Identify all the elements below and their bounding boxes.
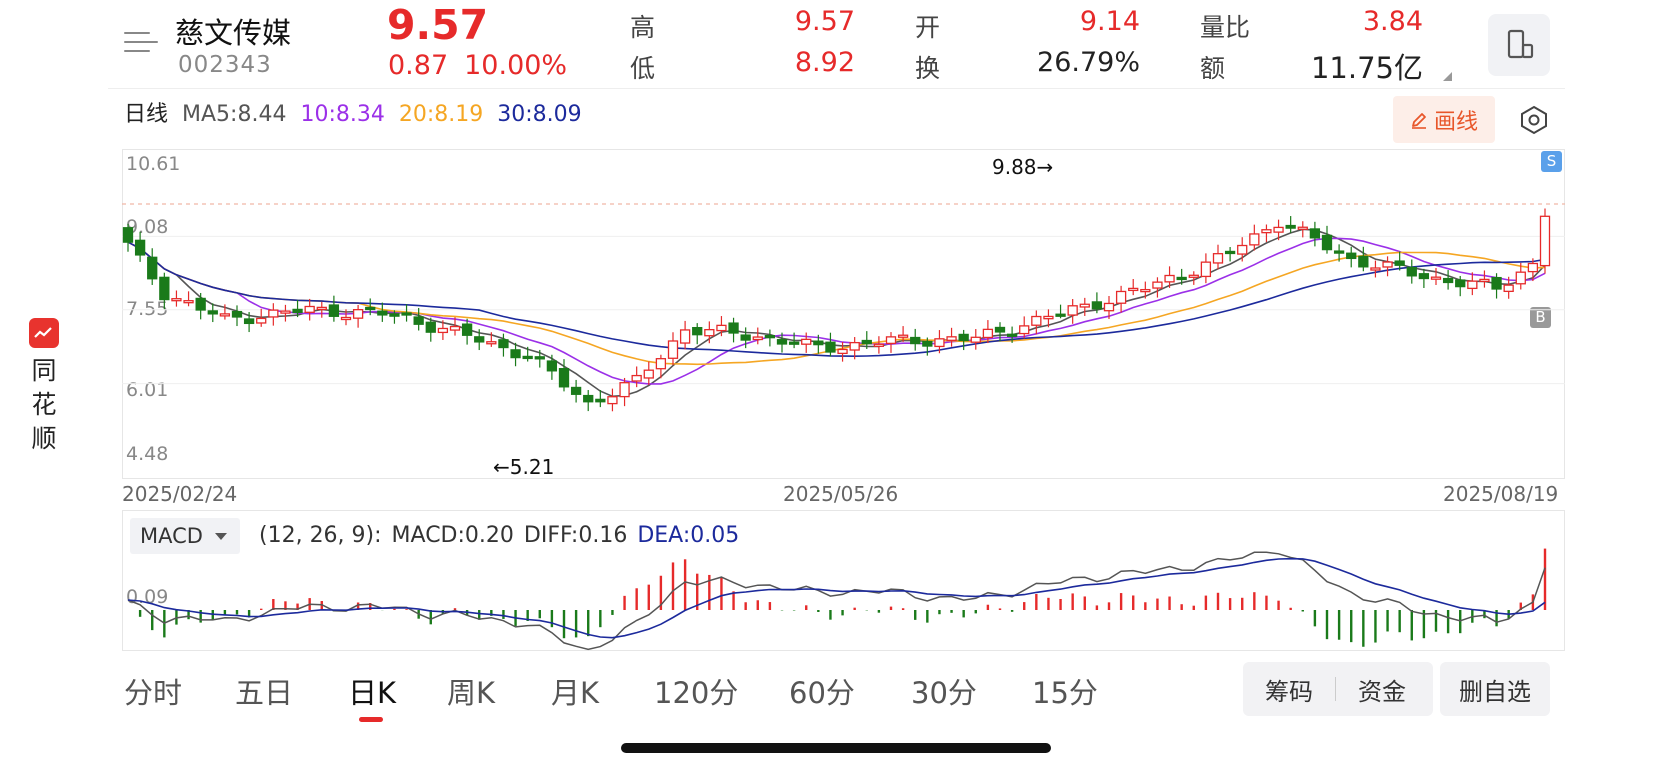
open-label: 开 bbox=[915, 13, 941, 42]
side-brand-text: 同花顺 bbox=[31, 356, 57, 453]
y-tick-label: 7.55 bbox=[126, 298, 169, 320]
macd-zero-label: 0.09 bbox=[126, 586, 169, 608]
tab-intraday[interactable]: 分时 bbox=[124, 670, 182, 712]
high-label: 高 bbox=[630, 13, 656, 42]
macd-values: (12, 26, 9): MACD:0.20 DIFF:0.16 DEA:0.05 bbox=[259, 523, 749, 548]
funds-button[interactable]: 资金 bbox=[1358, 672, 1406, 707]
date-label-mid: 2025/05/26 bbox=[783, 482, 899, 506]
expand-corner-icon[interactable] bbox=[1443, 72, 1452, 81]
period-label: 日线 bbox=[124, 102, 169, 127]
volume-ratio-value: 3.84 bbox=[1362, 6, 1423, 37]
y-tick-label: 6.01 bbox=[126, 379, 169, 401]
diff-value: DIFF:0.16 bbox=[523, 523, 628, 548]
chips-button[interactable]: 筹码 bbox=[1265, 672, 1313, 707]
tab-monthly-k[interactable]: 月K bbox=[551, 670, 599, 712]
y-tick-label: 4.48 bbox=[126, 443, 169, 465]
current-price: 9.57 bbox=[387, 1, 489, 49]
buy-marker[interactable]: B bbox=[1530, 307, 1551, 328]
macd-params: (12, 26, 9): bbox=[259, 523, 382, 548]
tab-30min[interactable]: 30分 bbox=[911, 670, 977, 712]
header-divider bbox=[108, 88, 1565, 89]
change-amount: 0.87 bbox=[388, 50, 449, 81]
tab-five-day[interactable]: 五日 bbox=[235, 670, 293, 712]
ths-logo-icon bbox=[29, 318, 59, 348]
settings-hexagon-icon[interactable] bbox=[1518, 104, 1550, 136]
macd-value: MACD:0.20 bbox=[391, 523, 514, 548]
amount-value: 11.75亿 bbox=[1310, 51, 1423, 85]
high-value: 9.57 bbox=[794, 6, 855, 37]
ma20-value: 20:8.19 bbox=[398, 102, 484, 127]
chips-funds-group: 筹码 资金 bbox=[1243, 662, 1433, 716]
volume-ratio-label: 量比 bbox=[1200, 13, 1251, 42]
caret-down-icon bbox=[214, 532, 227, 540]
turnover-label: 换 bbox=[915, 54, 941, 83]
rotate-screen-button[interactable] bbox=[1488, 14, 1550, 76]
ma30-value: 30:8.09 bbox=[497, 102, 582, 127]
indicator-selector[interactable]: MACD bbox=[130, 518, 240, 554]
date-label-end: 2025/08/19 bbox=[1443, 482, 1559, 506]
stock-name: 慈文传媒 bbox=[175, 16, 292, 50]
low-value: 8.92 bbox=[794, 47, 855, 78]
change-percent: 10.00% bbox=[464, 50, 568, 81]
turnover-value: 26.79% bbox=[1037, 47, 1140, 78]
phone-rotate-icon bbox=[1507, 29, 1534, 59]
tab-120min[interactable]: 120分 bbox=[654, 670, 738, 712]
kline-chart-frame[interactable] bbox=[122, 149, 1565, 479]
tab-weekly-k[interactable]: 周K bbox=[447, 670, 495, 712]
y-tick-label: 10.61 bbox=[126, 153, 181, 175]
menu-icon[interactable] bbox=[124, 28, 158, 58]
draw-line-button[interactable]: 画线 bbox=[1393, 96, 1495, 143]
y-tick-label: 9.08 bbox=[126, 216, 169, 238]
price-change: 0.87 10.00% bbox=[388, 50, 567, 81]
ma-legend: 日线 MA5:8.44 10:8.34 20:8.19 30:8.09 bbox=[124, 96, 596, 128]
stock-code: 002343 bbox=[178, 52, 272, 78]
tab-daily-k[interactable]: 日K bbox=[348, 670, 396, 712]
tab-60min[interactable]: 60分 bbox=[789, 670, 855, 712]
indicator-selector-label: MACD bbox=[140, 524, 203, 548]
tab-15min[interactable]: 15分 bbox=[1032, 670, 1098, 712]
remove-watchlist-label: 删自选 bbox=[1459, 677, 1531, 706]
pill-separator bbox=[1335, 677, 1336, 701]
pencil-icon bbox=[1411, 112, 1426, 129]
date-label-start: 2025/02/24 bbox=[122, 482, 238, 506]
dea-value: DEA:0.05 bbox=[637, 523, 740, 548]
draw-line-label: 画线 bbox=[1433, 109, 1478, 135]
home-indicator bbox=[621, 743, 1051, 753]
active-tab-indicator bbox=[359, 717, 383, 722]
high-price-annotation: 9.88→ bbox=[992, 155, 1054, 179]
open-value: 9.14 bbox=[1079, 6, 1140, 37]
low-label: 低 bbox=[630, 54, 656, 83]
amount-label: 额 bbox=[1200, 54, 1226, 83]
remove-watchlist-button[interactable]: 删自选 bbox=[1440, 662, 1550, 716]
sell-marker[interactable]: S bbox=[1541, 151, 1562, 172]
ma5-value: MA5:8.44 bbox=[182, 102, 287, 127]
ma10-value: 10:8.34 bbox=[300, 102, 385, 127]
low-price-annotation: ←5.21 bbox=[493, 455, 555, 479]
